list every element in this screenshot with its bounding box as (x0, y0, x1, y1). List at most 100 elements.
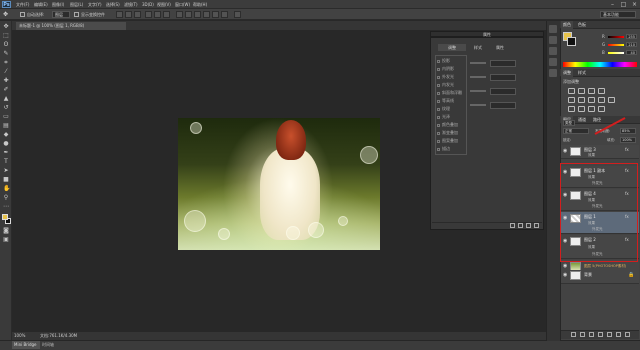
b-slider[interactable] (608, 52, 624, 54)
exposure-icon[interactable] (598, 88, 605, 94)
fx-icon[interactable]: fx (625, 147, 631, 153)
levels-icon[interactable] (578, 88, 585, 94)
dialog-field[interactable] (490, 102, 516, 109)
menu-type[interactable]: 文字(Y) (88, 1, 102, 8)
blend-mode-dropdown[interactable]: 正常 (563, 128, 589, 134)
photo-filter-icon[interactable] (608, 97, 615, 103)
menu-filter[interactable]: 滤镜(T) (124, 1, 138, 8)
document-photo[interactable] (178, 118, 380, 250)
hue-saturation-icon[interactable] (578, 97, 585, 103)
auto-select-dropdown[interactable]: 图层 (52, 11, 70, 18)
tab-swatches[interactable]: 色板 (576, 21, 588, 29)
align-left-icon[interactable] (145, 11, 152, 18)
menu-edit[interactable]: 编辑(E) (34, 1, 48, 8)
align-right-icon[interactable] (163, 11, 170, 18)
menu-window[interactable]: 窗口(W) (175, 1, 190, 8)
brightness-icon[interactable] (568, 88, 575, 94)
layer-name[interactable]: 背景 (584, 272, 592, 278)
tab-channels[interactable]: 通道 (576, 116, 588, 124)
style-row-color-overlay[interactable]: 颜色叠加 (437, 122, 458, 128)
menu-image[interactable]: 图像(I) (52, 1, 64, 8)
style-row-contour[interactable]: 等高线 (437, 98, 454, 104)
dialog-field[interactable] (490, 74, 516, 81)
eye-icon[interactable]: ◉ (563, 149, 568, 154)
healing-brush-tool-icon[interactable]: ✚ (3, 78, 9, 84)
style-row-bevel[interactable]: 斜面和浮雕 (437, 90, 462, 96)
menu-select[interactable]: 选择(S) (106, 1, 120, 8)
menu-3d[interactable]: 3D(D) (142, 1, 154, 8)
fill-value[interactable]: 100% (620, 137, 636, 143)
foreground-color-swatch[interactable] (2, 214, 8, 220)
r-slider[interactable] (608, 36, 624, 38)
dialog-field[interactable] (490, 60, 516, 67)
tab-adjustments[interactable]: 调整 (438, 44, 466, 51)
menu-file[interactable]: 文件(F) (16, 1, 29, 8)
brush-tool-icon[interactable]: ✐ (3, 87, 9, 93)
hand-tool-icon[interactable]: ✋ (3, 186, 10, 192)
link-layers-icon[interactable] (571, 332, 576, 337)
align-bottom-icon[interactable] (134, 11, 141, 18)
b-value[interactable]: 40 (626, 50, 637, 55)
clip-icon[interactable] (510, 223, 515, 228)
pen-tool-icon[interactable]: ✒ (3, 150, 9, 156)
tab-mini-bridge[interactable]: Mini Bridge (12, 341, 40, 349)
shape-tool-icon[interactable]: ■ (3, 177, 9, 183)
distribute-vcenter-icon[interactable] (185, 11, 192, 18)
distribute-left-icon[interactable] (203, 11, 210, 18)
blur-tool-icon[interactable]: ◆ (3, 132, 9, 138)
style-row-stroke[interactable]: 描边 (437, 146, 450, 152)
black-white-icon[interactable] (598, 97, 605, 103)
align-top-icon[interactable] (116, 11, 123, 18)
dialog-slider[interactable] (470, 76, 486, 78)
menu-layer[interactable]: 图层(L) (70, 1, 83, 8)
3d-mode-icon[interactable] (234, 11, 241, 18)
marquee-tool-icon[interactable]: ⬚ (3, 33, 9, 39)
eraser-tool-icon[interactable]: ▭ (3, 114, 9, 120)
new-adjustment-icon[interactable] (598, 332, 603, 337)
visibility-icon[interactable] (526, 223, 531, 228)
maximize-icon[interactable]: □ (618, 0, 629, 9)
layer-kind-filter[interactable]: 类型 (563, 120, 575, 126)
show-transform-checkbox[interactable] (74, 12, 79, 17)
eyedropper-tool-icon[interactable]: ⁄ (3, 69, 9, 75)
auto-select-checkbox[interactable] (20, 12, 25, 17)
zoom-level[interactable]: 100% (14, 333, 25, 339)
tab-color[interactable]: 颜色 (561, 21, 573, 29)
style-row-inner-shadow[interactable]: 内阴影 (437, 66, 454, 72)
move-tool-icon[interactable]: ✥ (3, 24, 9, 30)
screen-mode-icon[interactable]: ▣ (3, 237, 9, 243)
tab-timeline[interactable]: 时间轴 (42, 341, 62, 349)
style-row-gradient-overlay[interactable]: 渐变叠加 (437, 130, 458, 136)
distribute-bottom-icon[interactable] (194, 11, 201, 18)
menu-help[interactable]: 帮助(H) (193, 1, 207, 8)
lasso-tool-icon[interactable]: ʘ (3, 42, 9, 48)
style-row-drop-shadow[interactable]: 投影 (437, 58, 450, 64)
delete-icon[interactable] (534, 223, 539, 228)
distribute-top-icon[interactable] (176, 11, 183, 18)
history-brush-tool-icon[interactable]: ↺ (3, 105, 9, 111)
gradient-map-icon[interactable] (598, 106, 605, 112)
new-layer-icon[interactable] (616, 332, 621, 337)
dodge-tool-icon[interactable]: ● (3, 141, 9, 147)
crop-tool-icon[interactable]: ⌗ (3, 60, 9, 66)
info-panel-icon[interactable] (549, 47, 557, 55)
style-row-texture[interactable]: 纹理 (437, 106, 450, 112)
style-row-outer-glow[interactable]: 外发光 (437, 74, 454, 80)
threshold-icon[interactable] (588, 106, 595, 112)
dialog-slider[interactable] (470, 104, 486, 106)
distribute-right-icon[interactable] (221, 11, 228, 18)
dialog-slider[interactable] (470, 62, 486, 64)
new-group-icon[interactable] (607, 332, 612, 337)
document-tab[interactable]: 未标题-1 @ 100% (图层 1, RGB/8) (16, 22, 126, 30)
document-info[interactable]: 文档:761.1K/4.30M (40, 333, 77, 339)
posterize-icon[interactable] (578, 106, 585, 112)
type-tool-icon[interactable]: T (3, 159, 9, 165)
g-slider[interactable] (608, 44, 624, 46)
invert-icon[interactable] (568, 106, 575, 112)
character-panel-icon[interactable] (549, 58, 557, 66)
paragraph-panel-icon[interactable] (549, 69, 557, 77)
dialog-field[interactable] (490, 88, 516, 95)
style-row-inner-glow[interactable]: 内发光 (437, 82, 454, 88)
style-row-pattern-overlay[interactable]: 图案叠加 (437, 138, 458, 144)
more-tools-icon[interactable]: ⋯ (3, 204, 9, 210)
